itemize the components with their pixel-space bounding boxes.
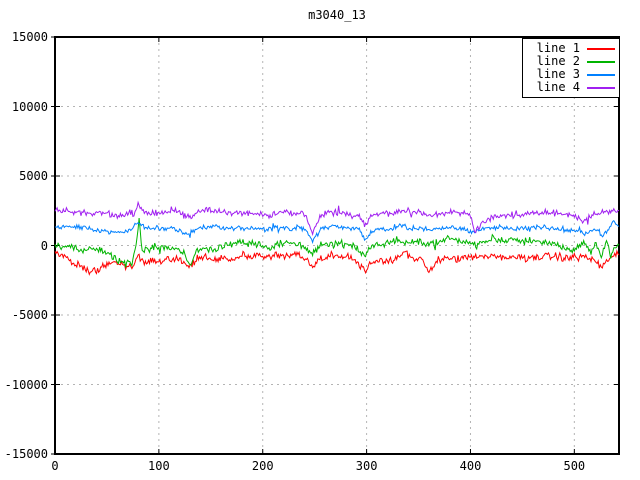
legend-line-sample — [587, 86, 615, 89]
y-tick-label: 5000 — [19, 169, 48, 183]
legend-box: line 1 line 2 line 3 line 4 — [522, 38, 620, 98]
x-tick-label: 400 — [459, 459, 482, 473]
legend-item: line 4 — [525, 81, 615, 94]
x-tick-label: 200 — [251, 459, 274, 473]
series-line-1 — [54, 249, 620, 276]
legend-line-sample — [587, 47, 615, 50]
y-tick-label: -10000 — [4, 377, 48, 392]
y-tick-label: 0 — [40, 238, 48, 253]
gnuplot-chart: m3040_13 -15000 -10000 -5000 0 5000 10000 1500… — [0, 0, 640, 480]
x-tick-label: 300 — [355, 459, 378, 473]
x-tick-label: 0 — [51, 459, 59, 473]
y-tick-label: 15000 — [11, 30, 48, 44]
legend-line-sample — [587, 60, 615, 63]
y-tick-label: -5000 — [11, 308, 48, 322]
series-line-3 — [54, 219, 620, 245]
legend-line-sample — [587, 73, 615, 76]
x-tick-label: 100 — [148, 459, 170, 473]
legend-label: line 4 — [536, 80, 580, 94]
x-tick-label: 500 — [563, 459, 586, 473]
y-tick-label: 10000 — [11, 99, 48, 114]
